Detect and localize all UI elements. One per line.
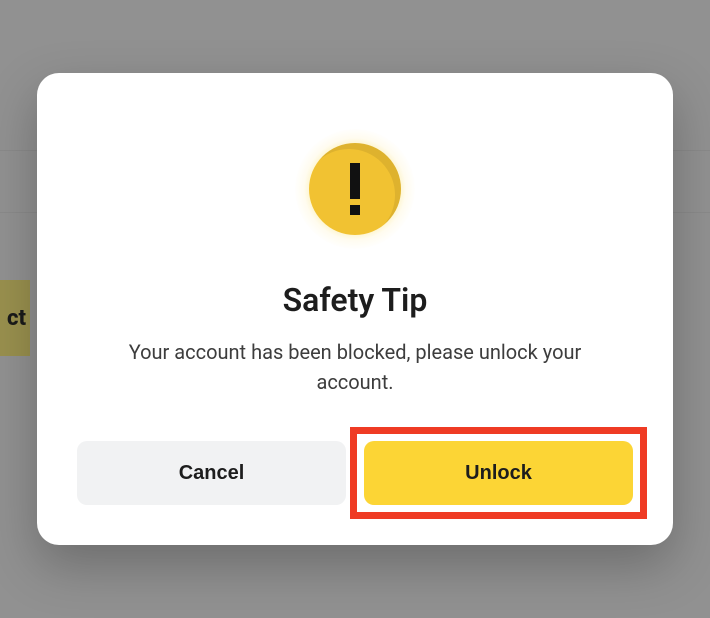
unlock-button[interactable]: Unlock [364,441,633,505]
safety-tip-modal: Safety Tip Your account has been blocked… [37,73,673,545]
modal-message: Your account has been blocked, please un… [95,337,615,397]
modal-button-row: Cancel Unlock [77,441,633,505]
unlock-button-highlight: Unlock [364,441,633,505]
modal-overlay: Safety Tip Your account has been blocked… [0,0,710,618]
modal-title: Safety Tip [283,281,428,319]
cancel-button[interactable]: Cancel [77,441,346,505]
warning-icon [295,129,415,249]
